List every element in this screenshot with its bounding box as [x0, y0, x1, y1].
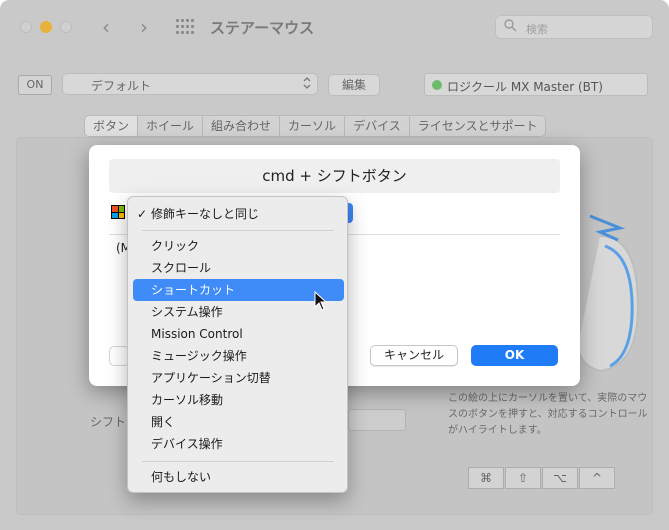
menu-item-do-nothing[interactable]: 何もしない	[133, 466, 344, 488]
action-popup-menu: ✓ 修飾キーなしと同じ クリック スクロール ショートカット システム操作 Mi…	[127, 196, 348, 493]
menu-item-shortcut[interactable]: ショートカット	[133, 279, 344, 301]
menu-separator	[142, 230, 334, 231]
search-icon	[504, 19, 517, 36]
minimize-button[interactable]	[40, 21, 52, 33]
search-placeholder: 検索	[526, 23, 548, 36]
menu-item-mission-control[interactable]: Mission Control	[133, 323, 344, 345]
close-button[interactable]	[20, 21, 32, 33]
zoom-button[interactable]	[60, 21, 72, 33]
edit-button[interactable]: 編集	[328, 74, 380, 96]
preset-select[interactable]: デフォルト	[62, 73, 318, 95]
tab-wheel[interactable]: ホイール	[138, 116, 204, 136]
title-bar: ‹ › ステアーマウス 検索	[0, 0, 669, 54]
tab-cursor[interactable]: カーソル	[280, 116, 346, 136]
on-toggle-button[interactable]: ON	[18, 75, 52, 95]
menu-item-click[interactable]: クリック	[133, 235, 344, 257]
help-text: この絵の上にカーソルを置いて、実際のマウスのボタンを押すと、対応するコントロール…	[448, 393, 648, 436]
menu-item-open[interactable]: 開く	[133, 411, 344, 433]
shift-action-field[interactable]	[348, 409, 406, 431]
preset-value: デフォルト	[91, 79, 152, 93]
menu-item-cursor-move[interactable]: カーソル移動	[133, 389, 344, 411]
option-key-button[interactable]: ⌥	[542, 467, 578, 489]
tab-buttons[interactable]: ボタン	[85, 116, 139, 136]
chevron-updown-icon	[303, 76, 311, 92]
tab-bar: ボタン ホイール 組み合わせ カーソル デバイス ライセンスとサポート	[84, 115, 547, 137]
menu-item-device-control[interactable]: デバイス操作	[133, 433, 344, 455]
grid-icon[interactable]	[176, 19, 194, 35]
forward-arrow-icon[interactable]: ›	[140, 15, 148, 39]
tab-combinations[interactable]: 組み合わせ	[203, 116, 281, 136]
menu-item-system-action[interactable]: システム操作	[133, 301, 344, 323]
menu-item-scroll[interactable]: スクロール	[133, 257, 344, 279]
checkmark-icon: ✓	[137, 207, 148, 221]
help-button[interactable]	[109, 346, 129, 366]
ok-button[interactable]: OK	[471, 345, 558, 366]
back-arrow-icon[interactable]: ‹	[102, 15, 110, 39]
menu-item-music-control[interactable]: ミュージック操作	[133, 345, 344, 367]
device-selector[interactable]: ロジクール MX Master (BT)	[424, 73, 648, 96]
device-status-icon	[432, 80, 442, 90]
mouse-pointer-icon	[314, 291, 328, 311]
windows-logo-icon	[111, 205, 125, 219]
control-key-button[interactable]: ^	[579, 467, 615, 489]
modifier-key-bar: ⌘ ⇧ ⌥ ^	[468, 467, 616, 489]
shift-label: シフト	[90, 415, 127, 429]
cancel-button[interactable]: キャンセル	[370, 345, 458, 366]
device-name: ロジクール MX Master (BT)	[447, 80, 603, 94]
menu-item-app-switch[interactable]: アプリケーション切替	[133, 367, 344, 389]
preferences-window: ‹ › ステアーマウス 検索 ON デフォルト 編集 ロジクール MX Mast…	[0, 0, 669, 530]
menu-item-same-as-no-modifier[interactable]: ✓ 修飾キーなしと同じ	[133, 203, 344, 225]
tab-license-support[interactable]: ライセンスとサポート	[410, 116, 546, 136]
tab-devices[interactable]: デバイス	[345, 116, 410, 136]
command-key-button[interactable]: ⌘	[468, 467, 504, 489]
shift-key-button[interactable]: ⇧	[505, 467, 541, 489]
search-field[interactable]: 検索	[495, 15, 653, 39]
window-title: ステアーマウス	[210, 19, 315, 37]
dialog-title: cmd + シフトボタン	[109, 159, 560, 193]
menu-separator	[142, 461, 334, 462]
